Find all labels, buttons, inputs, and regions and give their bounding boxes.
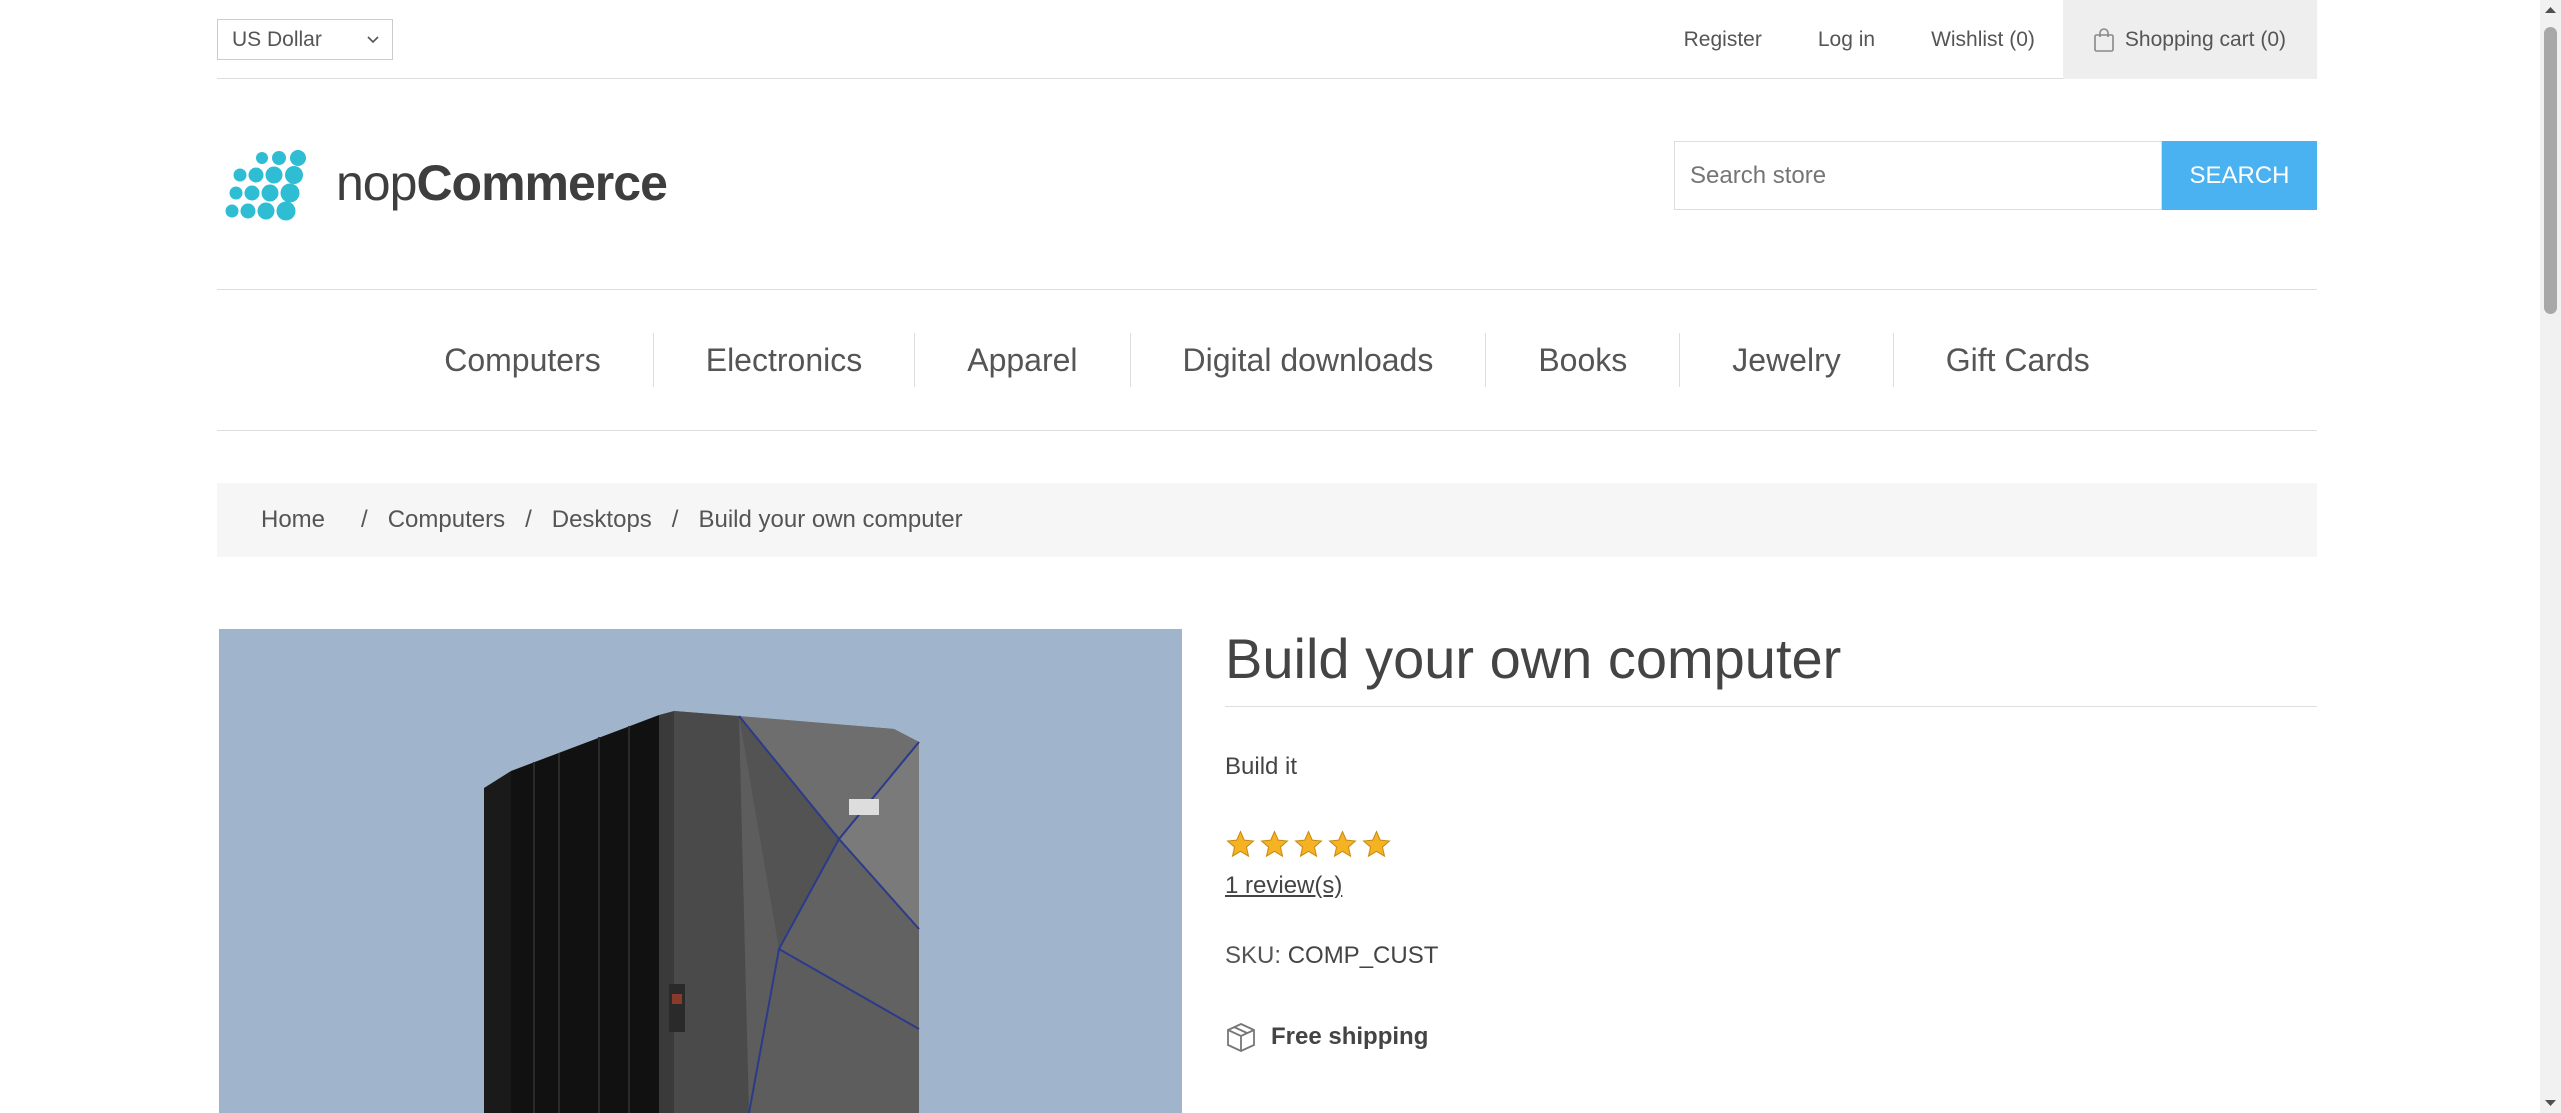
breadcrumb-separator: /: [525, 506, 532, 533]
header-upper: US Dollar Register Log in Wishlist (0) S…: [217, 0, 2317, 79]
login-link[interactable]: Log in: [1818, 28, 1875, 52]
star-icon: [1294, 830, 1323, 858]
top-menu: Computers Electronics Apparel Digital do…: [217, 289, 2317, 431]
shopping-cart-link[interactable]: Shopping cart (0): [2062, 0, 2317, 79]
chevron-down-icon: [367, 36, 379, 44]
breadcrumb-desktops[interactable]: Desktops: [552, 506, 652, 534]
star-icon: [1260, 830, 1289, 858]
page-scrollbar[interactable]: [2540, 0, 2561, 1113]
search-input[interactable]: [1674, 141, 2162, 210]
product-title: Build your own computer: [1225, 622, 2317, 707]
sku-value: COMP_CUST: [1287, 942, 1439, 969]
product-short-description: Build it: [1225, 753, 1298, 780]
register-link[interactable]: Register: [1684, 28, 1762, 52]
cart-label: Shopping cart (0): [2124, 27, 2286, 51]
header-links: Register Log in Wishlist (0) Shopping ca…: [1628, 0, 2317, 79]
menu-item-computers[interactable]: Computers: [392, 333, 653, 387]
product-rating-stars: [1225, 829, 1392, 860]
product-image[interactable]: [219, 629, 1182, 1113]
menu-item-apparel[interactable]: Apparel: [914, 333, 1129, 387]
menu-item-gift-cards[interactable]: Gift Cards: [1892, 333, 2142, 387]
breadcrumb: Home / Computers / Desktops / Build your…: [217, 483, 2317, 557]
free-shipping: Free shipping: [1225, 1021, 1428, 1053]
box-icon: [1227, 1023, 1255, 1052]
menu-item-electronics[interactable]: Electronics: [652, 333, 915, 387]
breadcrumb-separator: /: [671, 506, 679, 533]
store-logo[interactable]: nopCommerce: [222, 145, 668, 221]
scrollbar-thumb[interactable]: [2544, 27, 2557, 314]
scroll-down-icon[interactable]: [2540, 1092, 2561, 1113]
breadcrumb-current: Build your own computer: [698, 506, 963, 533]
computer-tower-image: [484, 711, 920, 1113]
star-icon: [1226, 830, 1255, 858]
sku-label: SKU:: [1225, 942, 1282, 969]
search-box: SEARCH: [1674, 141, 2317, 210]
star-icon: [1328, 830, 1357, 858]
menu-item-books[interactable]: Books: [1485, 333, 1679, 387]
product-sku: SKU: COMP_CUST: [1225, 942, 1438, 970]
currency-value: US Dollar: [232, 28, 322, 51]
logo-text: nopCommerce: [336, 155, 668, 211]
logo-dots-icon: [225, 150, 306, 221]
reviews-link[interactable]: 1 review(s): [1225, 872, 1342, 900]
star-icon: [1362, 830, 1391, 858]
shipping-label: Free shipping: [1271, 1023, 1429, 1050]
breadcrumb-computers[interactable]: Computers: [388, 506, 505, 534]
breadcrumb-separator: /: [361, 506, 368, 533]
search-button[interactable]: SEARCH: [2162, 141, 2317, 210]
wishlist-link[interactable]: Wishlist (0): [1931, 28, 2035, 52]
scroll-up-icon[interactable]: [2540, 0, 2561, 21]
currency-selector[interactable]: US Dollar: [217, 19, 393, 60]
breadcrumb-home[interactable]: Home: [261, 506, 325, 534]
shopping-bag-icon: [2094, 27, 2114, 52]
menu-item-digital-downloads[interactable]: Digital downloads: [1129, 333, 1486, 387]
menu-item-jewelry[interactable]: Jewelry: [1679, 333, 1892, 387]
